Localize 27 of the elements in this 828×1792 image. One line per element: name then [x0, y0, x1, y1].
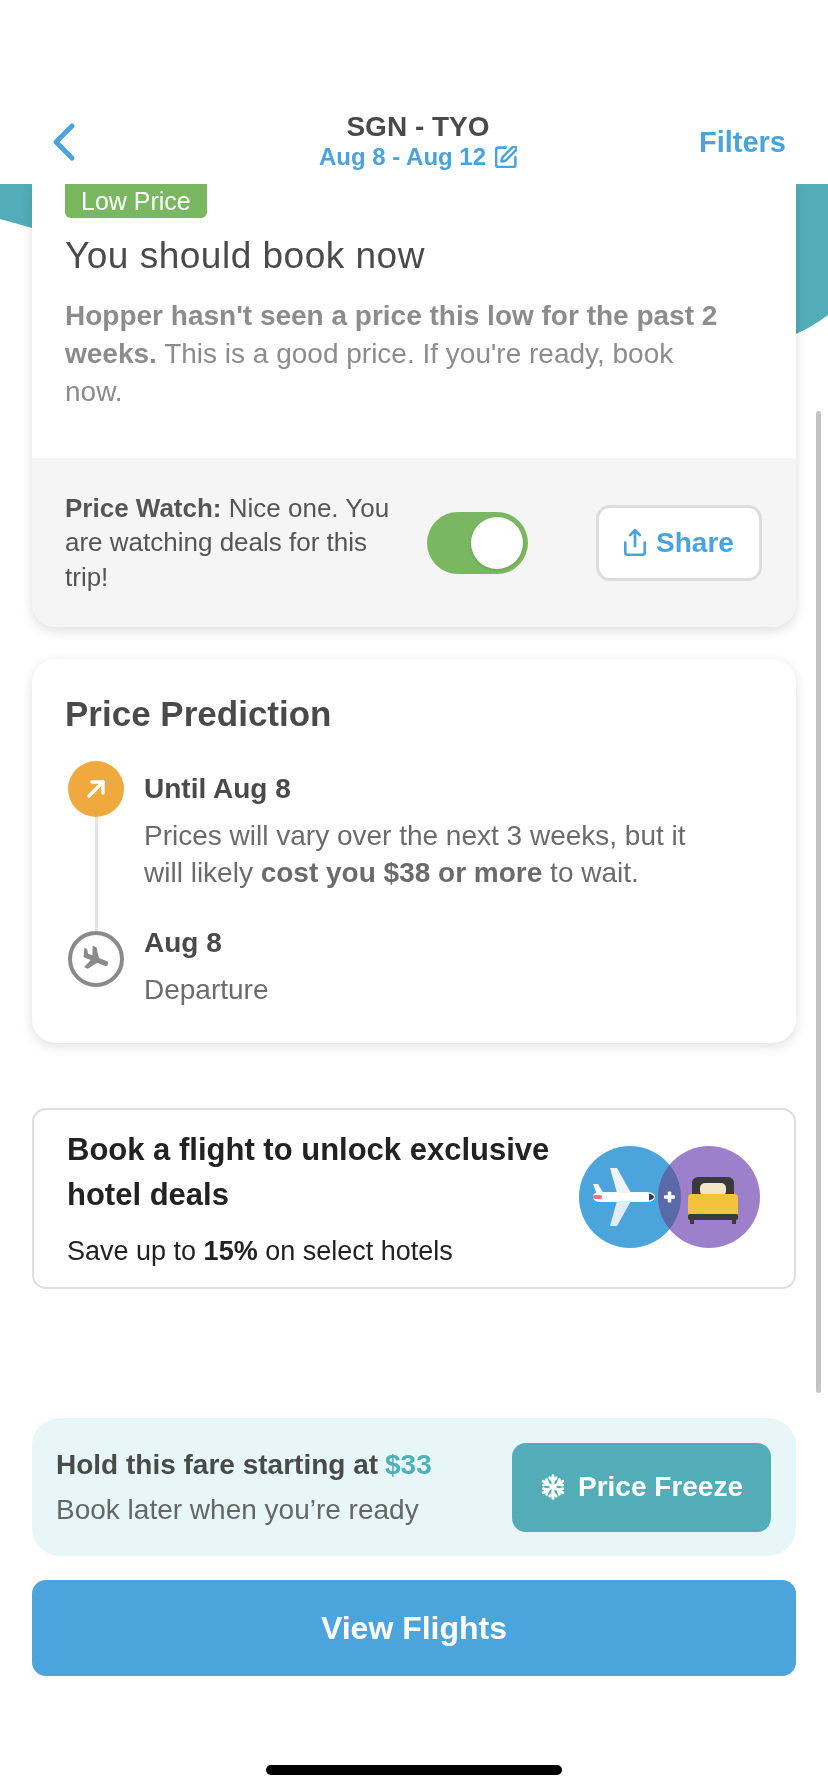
trend-up-icon — [68, 761, 124, 817]
price-freeze-button[interactable]: Price Freeze — [512, 1442, 771, 1532]
freeze-subtext: Book later when you’re ready — [56, 1492, 420, 1527]
hotel-promo-title: Book a flight to unlock exclusive hotel deals — [67, 1131, 551, 1214]
view-flights-button[interactable]: View Flights — [32, 1580, 796, 1676]
hotel-promo-card[interactable]: Book a flight to unlock exclusive hotel deals Save up to 15% on select hotels — [32, 1108, 796, 1289]
travel-dates: Aug 8 - Aug 12 — [318, 143, 487, 171]
low-price-badge: Low Price — [65, 184, 207, 218]
step-title: Until Aug 8 — [144, 772, 292, 806]
share-button[interactable]: Share — [596, 504, 762, 581]
hotel-promo-text: Save up to 15% on select hotels — [67, 1235, 454, 1267]
prediction-title: Price Prediction — [65, 694, 333, 734]
price-watch-text: Price Watch: Nice one. You are watching deals for this trip! — [65, 491, 391, 594]
edit-icon[interactable] — [495, 146, 518, 168]
advice-message: Hopper hasn't seen a price this low for the past 2 weeks. This is a good price. If you're ready, book now. — [65, 299, 719, 409]
step-text: Prices will vary over the next 3 weeks, but it will likely cost you $38 or more to wait. — [144, 819, 687, 890]
plane-icon — [68, 931, 124, 987]
snowflake-icon — [540, 1474, 566, 1500]
plane-and-bed-icon — [579, 1146, 760, 1248]
step-text: Departure — [144, 973, 270, 1007]
step-title: Aug 8 — [144, 926, 223, 960]
fare-price: $33 — [385, 1447, 432, 1482]
route-title: SGN - TYO — [346, 111, 490, 142]
hold-fare-label: Hold this fare starting at — [56, 1447, 379, 1482]
share-icon — [624, 529, 647, 556]
filters-button[interactable]: Filters — [698, 124, 786, 159]
advice-title: You should book now — [65, 234, 425, 278]
